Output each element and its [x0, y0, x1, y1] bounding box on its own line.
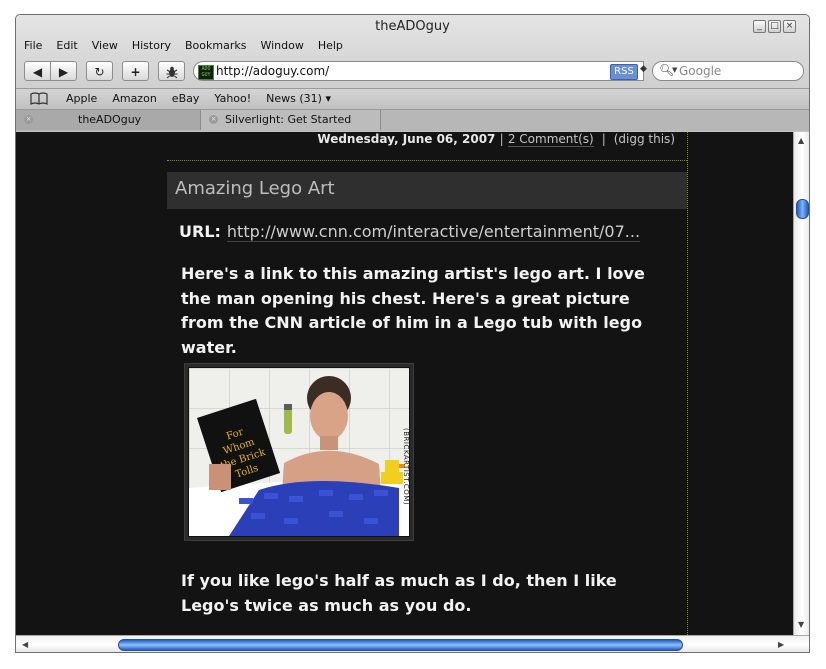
menu-view[interactable]: View — [92, 39, 118, 52]
post-image-frame: For Whom the Brick Tolls (BRICKARTIST.CO… — [184, 363, 414, 541]
minimize-button[interactable]: _ — [753, 20, 766, 33]
tab-bar: × theADOguy × Silverlight: Get Started — [16, 109, 809, 131]
tab-theadoguy[interactable]: × theADOguy — [16, 110, 201, 130]
add-bookmark-button[interactable]: + — [122, 61, 149, 81]
separator: | — [597, 132, 610, 146]
rss-button[interactable]: RSS — [610, 64, 638, 80]
address-bar[interactable]: ADO GUY http://adoguy.com/ — [193, 61, 644, 81]
vertical-scroll-thumb[interactable] — [796, 199, 809, 219]
post-closing-paragraph: If you like lego's half as much as I do,… — [181, 571, 617, 615]
window-title: theADOguy — [375, 19, 450, 34]
blog-post-column: Wednesday, June 06, 2007 | 2 Comment(s) … — [167, 132, 688, 635]
tab-label: Silverlight: Get Started — [225, 113, 352, 126]
post-meta: Wednesday, June 06, 2007 | 2 Comment(s) … — [317, 132, 675, 147]
vertical-scrollbar[interactable]: ▲ ▼ — [793, 132, 809, 635]
page-content: Wednesday, June 06, 2007 | 2 Comment(s) … — [16, 132, 793, 635]
maximize-button[interactable]: □ — [768, 20, 781, 33]
search-placeholder[interactable]: Google — [679, 64, 721, 78]
close-window-button[interactable]: × — [783, 20, 796, 33]
post-url-link[interactable]: http://www.cnn.com/interactive/entertain… — [226, 222, 641, 242]
menu-edit[interactable]: Edit — [56, 39, 77, 52]
svg-text:(BRICKARTIST.COM): (BRICKARTIST.COM) — [402, 428, 409, 505]
url-label: URL: — [179, 222, 221, 241]
plus-icon: + — [130, 65, 141, 79]
reload-button[interactable]: ↻ — [86, 61, 113, 81]
menu-history[interactable]: History — [132, 39, 171, 52]
bookmark-yahoo[interactable]: Yahoo! — [214, 92, 251, 105]
horizontal-scroll-thumb[interactable] — [118, 639, 683, 651]
bookmark-amazon[interactable]: Amazon — [112, 92, 156, 105]
tab-silverlight[interactable]: × Silverlight: Get Started — [201, 110, 381, 130]
post-date: Wednesday, June 06, 2007 — [317, 132, 496, 146]
close-icon[interactable]: × — [209, 115, 218, 124]
post-header: Amazing Lego Art — [167, 172, 687, 209]
address-dropdown-icon[interactable]: ◆ — [640, 64, 647, 74]
scroll-left-arrow-icon[interactable]: ◀ — [22, 640, 28, 649]
menu-window[interactable]: Window — [260, 39, 303, 52]
photo-illustration: For Whom the Brick Tolls (BRICKARTIST.CO… — [189, 368, 409, 536]
menu-bookmarks[interactable]: Bookmarks — [185, 39, 246, 52]
lego-tub-photo[interactable]: For Whom the Brick Tolls (BRICKARTIST.CO… — [188, 367, 410, 537]
post-body-paragraph: Here's a link to this amazing artist's l… — [181, 264, 645, 357]
search-dropdown-icon[interactable]: ▼ — [672, 66, 677, 74]
reload-icon: ↻ — [94, 65, 105, 79]
bookmark-ebay[interactable]: eBay — [172, 92, 200, 105]
scroll-right-arrow-icon[interactable]: ▶ — [778, 640, 784, 649]
horizontal-scrollbar[interactable]: ◀ ▶ — [16, 635, 809, 652]
forward-arrow-icon: ▶ — [58, 65, 69, 79]
comments-link[interactable]: 2 Comment(s) — [507, 132, 594, 147]
close-icon[interactable]: × — [24, 115, 33, 124]
url-text[interactable]: http://adoguy.com/ — [216, 64, 329, 78]
digg-link[interactable]: (digg this) — [614, 132, 675, 146]
post-title[interactable]: Amazing Lego Art — [175, 178, 335, 199]
scroll-up-arrow-icon[interactable]: ▲ — [798, 136, 804, 145]
separator: | — [499, 132, 504, 146]
bug-icon — [166, 66, 177, 79]
menu-help[interactable]: Help — [318, 39, 343, 52]
open-book-icon[interactable] — [30, 92, 48, 106]
menu-file[interactable]: File — [24, 39, 42, 52]
menu-bar: File Edit View History Bookmarks Window … — [24, 39, 343, 52]
bookmark-items: Apple Amazon eBay Yahoo! News (31) ▾ — [66, 92, 331, 105]
divider — [167, 160, 687, 161]
scroll-down-arrow-icon[interactable]: ▼ — [798, 620, 804, 629]
post-url-line: URL: http://www.cnn.com/interactive/enter… — [179, 222, 641, 242]
search-field[interactable]: 🔍︎ ▼ Google — [652, 61, 804, 81]
bug-report-button[interactable] — [158, 61, 185, 81]
forward-button[interactable]: ▶ — [50, 61, 77, 81]
ado-guy-favicon: ADO GUY — [198, 65, 214, 80]
back-button[interactable]: ◀ — [24, 61, 51, 81]
tab-label: theADOguy — [78, 113, 142, 126]
browser-window: theADOguy _ □ × File Edit View History B… — [15, 14, 810, 653]
bookmarks-bar: Apple Amazon eBay Yahoo! News (31) ▾ — [16, 88, 809, 109]
bookmark-apple[interactable]: Apple — [66, 92, 97, 105]
bookmark-news-folder[interactable]: News (31) ▾ — [266, 92, 331, 105]
window-chrome: theADOguy _ □ × File Edit View History B… — [16, 15, 809, 132]
back-arrow-icon: ◀ — [32, 65, 43, 79]
